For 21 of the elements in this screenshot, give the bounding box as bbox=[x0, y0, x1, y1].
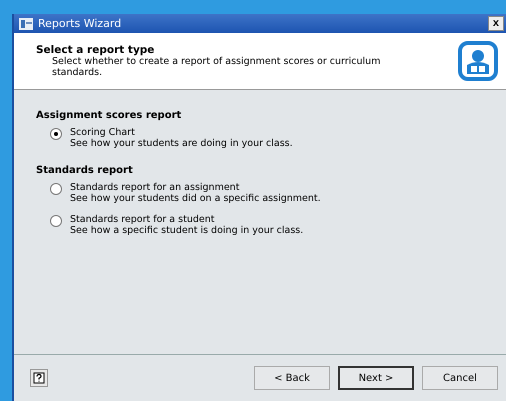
wizard-icon bbox=[18, 16, 34, 30]
page-title: Select a report type bbox=[36, 44, 156, 56]
close-button[interactable]: x bbox=[488, 16, 504, 31]
window-title: Reports Wizard bbox=[38, 17, 122, 30]
option-description: See how a specific student is doing in your class. bbox=[70, 225, 304, 236]
radio-button[interactable] bbox=[50, 183, 62, 195]
help-icon[interactable] bbox=[30, 369, 48, 387]
page-description: Select whether to create a report of assignment scores or curriculum standards. bbox=[51, 56, 382, 78]
radio-button[interactable] bbox=[50, 215, 62, 227]
option-description: See how your students did on a specific assignment. bbox=[70, 193, 321, 204]
option-description: See how your students are doing in your class. bbox=[70, 138, 293, 149]
section-heading: Assignment scores report bbox=[36, 110, 182, 121]
radio-button[interactable] bbox=[50, 128, 62, 140]
student-icon bbox=[458, 41, 498, 81]
option-label[interactable]: Scoring Chart bbox=[70, 127, 135, 138]
option-label[interactable]: Standards report for an assignment bbox=[70, 182, 240, 193]
wizard-button[interactable]: < Back bbox=[254, 366, 330, 390]
wizard-button[interactable]: Next > bbox=[338, 366, 414, 390]
wizard-button[interactable]: Cancel bbox=[422, 366, 498, 390]
option-label[interactable]: Standards report for a student bbox=[70, 214, 214, 225]
section-heading: Standards report bbox=[36, 165, 133, 176]
